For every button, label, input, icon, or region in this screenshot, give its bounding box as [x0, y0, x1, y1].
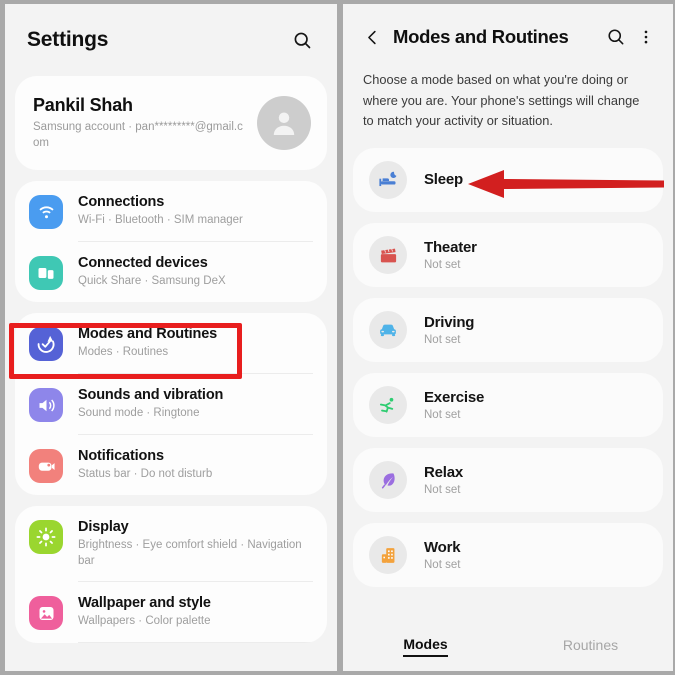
mode-text: Theater Not set	[424, 239, 477, 271]
mode-title: Work	[424, 539, 461, 557]
settings-row-subtitle: Brightness · Eye comfort shield · Naviga…	[78, 539, 302, 567]
settings-row-title: Display	[78, 519, 129, 535]
mode-title: Sleep	[424, 171, 464, 189]
brightness-icon	[29, 520, 63, 554]
account-text: Pankil Shah Samsung account · pan*******…	[33, 95, 257, 151]
settings-row-text: Connected devices Quick Share · Samsung …	[78, 254, 313, 290]
person-avatar-icon[interactable]	[257, 96, 311, 150]
mode-title: Theater	[424, 239, 477, 257]
mode-text: Work Not set	[424, 539, 461, 572]
mode-title: Driving	[424, 314, 475, 332]
account-name: Pankil Shah	[33, 94, 133, 115]
mode-subtitle: Not set	[424, 259, 461, 272]
account-subtitle: Samsung account · pan*********@gmail.com	[33, 120, 243, 149]
settings-row-text: Connections Wi-Fi · Bluetooth · SIM mana…	[78, 193, 313, 229]
mode-title: Relax	[424, 464, 464, 482]
mode-subtitle: Not set	[424, 559, 461, 572]
account-row[interactable]: Pankil Shah Samsung account · pan*******…	[15, 76, 327, 170]
tab-modes[interactable]: Modes	[343, 621, 508, 671]
settings-row-title: Connected devices	[78, 255, 208, 271]
settings-row-modes-and-routines[interactable]: Modes and Routines Modes · Routines	[15, 313, 327, 373]
mode-card-exercise[interactable]: Exercise Not set	[353, 373, 663, 438]
office-building-icon	[369, 536, 407, 575]
modes-list: Sleep Theater Not set Driving Not set Ex…	[343, 148, 673, 621]
settings-row-connections[interactable]: Connections Wi-Fi · Bluetooth · SIM mana…	[15, 181, 327, 241]
mode-card-sleep[interactable]: Sleep	[353, 148, 663, 213]
mode-text: Relax Not set	[424, 464, 463, 496]
settings-row-subtitle: Status bar · Do not disturb	[78, 468, 213, 481]
settings-row-subtitle: Modes · Routines	[78, 346, 169, 359]
settings-row-title: Modes and Routines	[78, 326, 218, 342]
mode-text: Driving Not set	[424, 314, 474, 346]
tab-routines-label: Routines	[562, 636, 619, 653]
settings-group-3: Display Brightness · Eye comfort shield …	[15, 506, 327, 644]
modes-description: Choose a mode based on what you're doing…	[363, 72, 640, 129]
mode-subtitle: Not set	[424, 409, 461, 422]
mode-text: Exercise Not set	[424, 389, 484, 421]
settings-row-subtitle: Wallpapers · Color palette	[78, 615, 211, 628]
wallpaper-icon	[29, 596, 63, 631]
wifi-icon	[29, 195, 63, 229]
chevron-left-icon[interactable]	[357, 22, 387, 52]
screenshot-root: Settings Pankil Shah Samsung account · p…	[0, 0, 675, 675]
settings-row-connected-devices[interactable]: Connected devices Quick Share · Samsung …	[15, 242, 327, 302]
settings-row-title: Wallpaper and style	[78, 595, 211, 612]
modes-and-routines-panel: Modes and Routines Choose a mode based o…	[343, 4, 673, 671]
modes-routines-icon	[29, 327, 63, 361]
more-vertical-icon[interactable]	[633, 20, 659, 54]
settings-row-text: Wallpaper and style Wallpapers · Color p…	[78, 594, 313, 630]
notifications-icon	[29, 449, 63, 483]
mode-card-driving[interactable]: Driving Not set	[353, 298, 663, 363]
tab-routines[interactable]: Routines	[508, 621, 673, 671]
mode-subtitle: Not set	[424, 484, 461, 497]
modes-header: Modes and Routines	[343, 4, 673, 70]
search-icon[interactable]	[599, 20, 633, 54]
search-icon[interactable]	[285, 23, 319, 57]
settings-row-subtitle: Quick Share · Samsung DeX	[78, 275, 226, 288]
bottom-tab-bar: Modes Routines	[343, 621, 673, 671]
samsung-account-card[interactable]: Pankil Shah Samsung account · pan*******…	[15, 76, 327, 170]
settings-group-1: Connections Wi-Fi · Bluetooth · SIM mana…	[15, 181, 327, 302]
settings-panel: Settings Pankil Shah Samsung account · p…	[5, 4, 337, 671]
settings-row-subtitle: Sound mode · Ringtone	[78, 407, 200, 420]
settings-row-title: Notifications	[78, 448, 164, 464]
running-icon	[369, 386, 407, 425]
settings-row-text: Display Brightness · Eye comfort shield …	[78, 518, 313, 569]
mode-text: Sleep	[424, 171, 463, 189]
settings-row-display[interactable]: Display Brightness · Eye comfort shield …	[15, 506, 327, 581]
mode-subtitle: Not set	[424, 334, 461, 347]
mode-card-work[interactable]: Work Not set	[353, 523, 663, 588]
settings-row-subtitle: Wi-Fi · Bluetooth · SIM manager	[78, 214, 243, 227]
settings-row-title: Connections	[78, 194, 165, 210]
settings-row-text: Sounds and vibration Sound mode · Ringto…	[78, 386, 313, 422]
row-divider	[78, 642, 313, 644]
settings-row-title: Sounds and vibration	[78, 387, 224, 403]
tab-modes-label: Modes	[403, 636, 448, 657]
settings-row-text: Modes and Routines Modes · Routines	[78, 325, 313, 361]
mode-card-relax[interactable]: Relax Not set	[353, 448, 663, 513]
speaker-icon	[29, 388, 63, 422]
settings-row-wallpaper-and-style[interactable]: Wallpaper and style Wallpapers · Color p…	[15, 582, 327, 642]
settings-group-2: Modes and Routines Modes · Routines Soun…	[15, 313, 327, 495]
mode-card-theater[interactable]: Theater Not set	[353, 223, 663, 288]
settings-header: Settings	[5, 4, 337, 76]
modes-page-title: Modes and Routines	[393, 26, 569, 47]
settings-row-sounds-and-vibration[interactable]: Sounds and vibration Sound mode · Ringto…	[15, 374, 327, 434]
page-title: Settings	[27, 28, 109, 51]
mode-title: Exercise	[424, 389, 485, 407]
leaf-icon	[369, 461, 407, 500]
clapperboard-icon	[369, 236, 407, 275]
settings-row-notifications[interactable]: Notifications Status bar · Do not distur…	[15, 435, 327, 495]
connected-devices-icon	[29, 256, 63, 290]
settings-row-text: Notifications Status bar · Do not distur…	[78, 447, 313, 483]
bed-moon-icon	[369, 161, 407, 200]
car-icon	[369, 311, 407, 350]
